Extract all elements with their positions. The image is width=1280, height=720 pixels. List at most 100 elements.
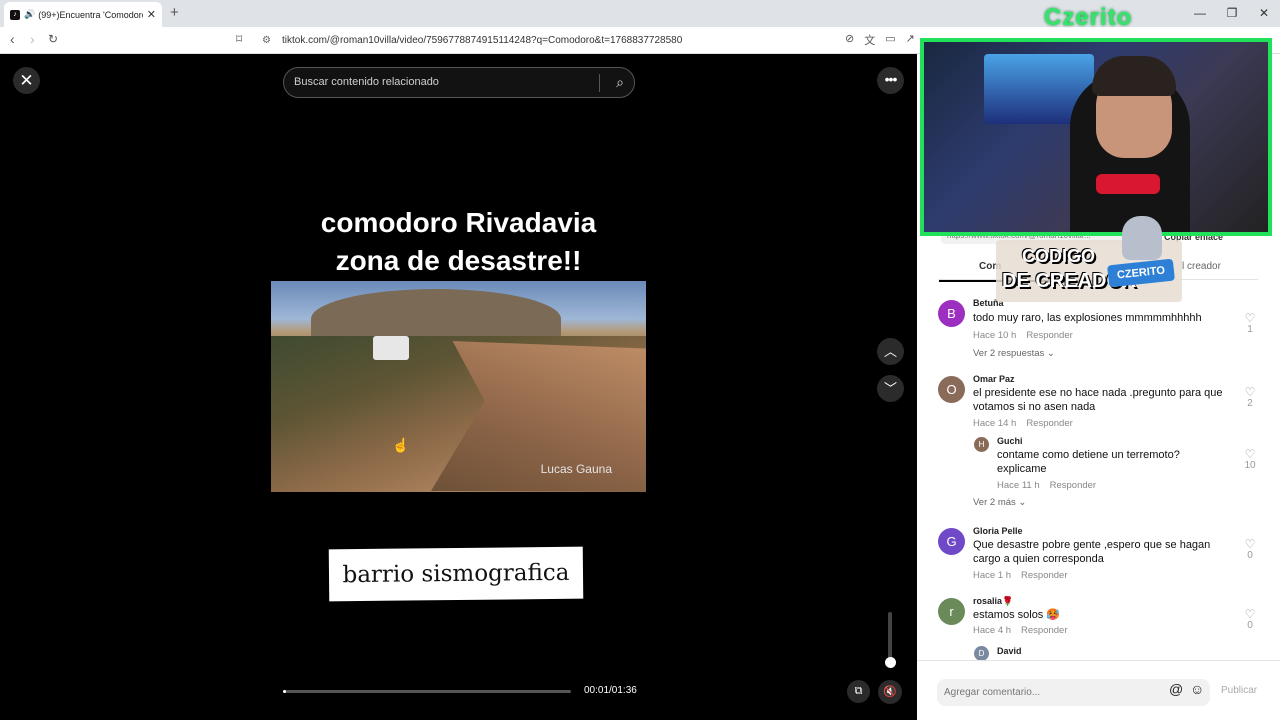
translate-icon[interactable]: 文 [864,32,875,48]
bookmark-icon[interactable]: ⌑ [236,32,242,46]
avatar[interactable]: r [938,598,965,625]
view-more-replies-button[interactable]: Ver 2 más ⌄ [973,497,1026,508]
reply-button[interactable]: Responder [1050,480,1096,491]
window-controls: — ❐ ✕ [1184,0,1280,27]
comment-author[interactable]: Omar Paz [973,374,1015,384]
url-field[interactable]: ⚙ tiktok.com/@roman10villa/video/7596778… [258,31,838,50]
playback-time: 00:01/01:36 [584,685,637,696]
add-comment-bar: Agregar comentario... @ ☺ Publicar [917,660,1280,720]
back-icon[interactable]: ‹ [10,31,15,47]
avatar[interactable]: O [938,376,965,403]
search-icon[interactable]: ⌕ [616,68,624,97]
progress-bar[interactable] [283,690,571,693]
video-headline: comodoro Rivadavia zona de desastre!! [271,204,646,280]
heart-icon: ♡ [1244,607,1256,621]
speaker-icon[interactable]: 🔊 [24,9,35,20]
avatar[interactable]: B [938,300,965,327]
comment-author[interactable]: rosalia🌹 [973,596,1013,607]
like-button[interactable]: ♡ 1 [1242,312,1258,335]
cast-icon[interactable]: ▭ [885,32,895,48]
previous-video-button[interactable]: ︿ [877,338,904,365]
url-text: tiktok.com/@roman10villa/video/759677887… [282,35,683,46]
tab-title: (99+)Encuentra 'Comodoro' a [38,9,143,20]
emoji-icon[interactable]: ☺ [1190,681,1204,697]
comment-meta: Hace 14 h Responder [973,418,1073,429]
video-caption: barrio sismografica [328,546,584,602]
like-button[interactable]: ♡ 0 [1242,608,1258,631]
headline-line-1: comodoro Rivadavia [320,207,597,238]
mention-icon[interactable]: @ [1169,681,1183,697]
comment-author[interactable]: David [997,646,1022,656]
comment-author[interactable]: Guchi [997,436,1023,446]
like-button[interactable]: ♡ 2 [1242,386,1258,409]
like-count: 0 [1247,620,1253,631]
like-button[interactable]: ♡ 10 [1242,448,1258,471]
comment-item: r rosalia🌹 estamos solos 🥵 Hace 4 h Respo… [938,594,1258,638]
mascot-image [1122,216,1162,260]
tab-creator-videos[interactable]: l creador [1182,261,1221,272]
avatar[interactable]: G [938,528,965,555]
new-tab-button[interactable]: + [170,4,179,21]
share-icon[interactable]: ↗ [906,32,915,48]
comment-text: contame como detiene un terremoto? expli… [997,449,1180,475]
forward-icon[interactable]: › [30,31,35,47]
reply-item: H Guchi contame como detiene un terremot… [938,435,1258,508]
like-count: 2 [1247,398,1253,409]
comment-meta: Hace 10 h Responder [973,330,1073,341]
mute-button[interactable]: 🔇 [878,680,902,704]
video-player[interactable]: ✕ Buscar contenido relacionado ⌕ ••• com… [0,54,917,720]
reply-button[interactable]: Responder [1026,330,1072,341]
restore-button[interactable]: ❐ [1216,0,1248,27]
avatar[interactable]: H [974,437,989,452]
picture-in-picture-button[interactable]: ⧉ [847,680,870,703]
site-info-icon[interactable]: ⚙ [262,31,271,50]
volume-knob[interactable] [885,657,896,668]
like-button[interactable]: ♡ 0 [1242,538,1258,561]
publish-button[interactable]: Publicar [1221,685,1257,696]
comment-text: estamos solos 🥵 [973,609,1061,621]
browser-tab[interactable]: ♪ 🔊 (99+)Encuentra 'Comodoro' a ✕ [4,2,162,27]
next-video-button[interactable]: ﹀ [877,375,904,402]
streamer-name-label: Czerito [1044,4,1133,31]
related-search-input[interactable]: Buscar contenido relacionado ⌕ [283,67,635,98]
like-count: 10 [1244,460,1256,471]
reply-button[interactable]: Responder [1021,625,1067,636]
creator-code-overlay: CODIGO DE CREADOR CZERITO [996,216,1182,302]
heart-icon: ♡ [1244,537,1256,551]
comment-time: Hace 11 h [997,480,1040,491]
more-options-button[interactable]: ••• [877,67,904,94]
tab-close-button[interactable]: ✕ [147,8,156,21]
close-window-button[interactable]: ✕ [1248,0,1280,27]
mouse-cursor-icon: ☝ [392,437,410,453]
close-icon: ✕ [19,71,34,90]
video-watermark: Lucas Gauna [540,462,612,476]
reply-button[interactable]: Responder [1021,570,1067,581]
reply-button[interactable]: Responder [1026,418,1072,429]
house-shape [373,336,409,360]
muted-speaker-icon: 🔇 [883,686,897,698]
search-divider [599,74,600,92]
close-video-button[interactable]: ✕ [13,67,40,94]
comment-item: G Gloria Pelle Que desastre pobre gente … [938,524,1258,581]
pip-icon: ⧉ [854,685,863,697]
headline-line-2: zona de desastre!! [335,245,582,276]
comment-text: todo muy raro, las explosiones mmmmmhhhh… [973,312,1202,324]
creator-code-line-1: CODIGO [1022,246,1096,266]
heart-icon: ♡ [1244,311,1256,325]
webcam-overlay [920,38,1272,236]
comment-text: el presidente ese no hace nada .pregunto… [973,387,1223,413]
creator-tag: CZERITO [1107,258,1175,288]
microphone [1096,174,1160,194]
comment-time: Hace 10 h [973,330,1017,341]
view-replies-button[interactable]: Ver 2 respuestas ⌄ [973,348,1055,359]
comment-time: Hace 14 h [973,418,1017,429]
comment-author[interactable]: Gloria Pelle [973,526,1023,536]
reload-icon[interactable]: ↻ [48,32,58,46]
like-count: 1 [1247,324,1253,335]
minimize-button[interactable]: — [1184,0,1216,27]
comment-time: Hace 4 h [973,625,1012,636]
comment-meta: Hace 11 h Responder [997,480,1096,491]
no-tracking-icon[interactable]: ⊘ [845,32,854,48]
avatar[interactable]: D [974,646,989,660]
chevron-down-icon: ﹀ [883,381,897,396]
